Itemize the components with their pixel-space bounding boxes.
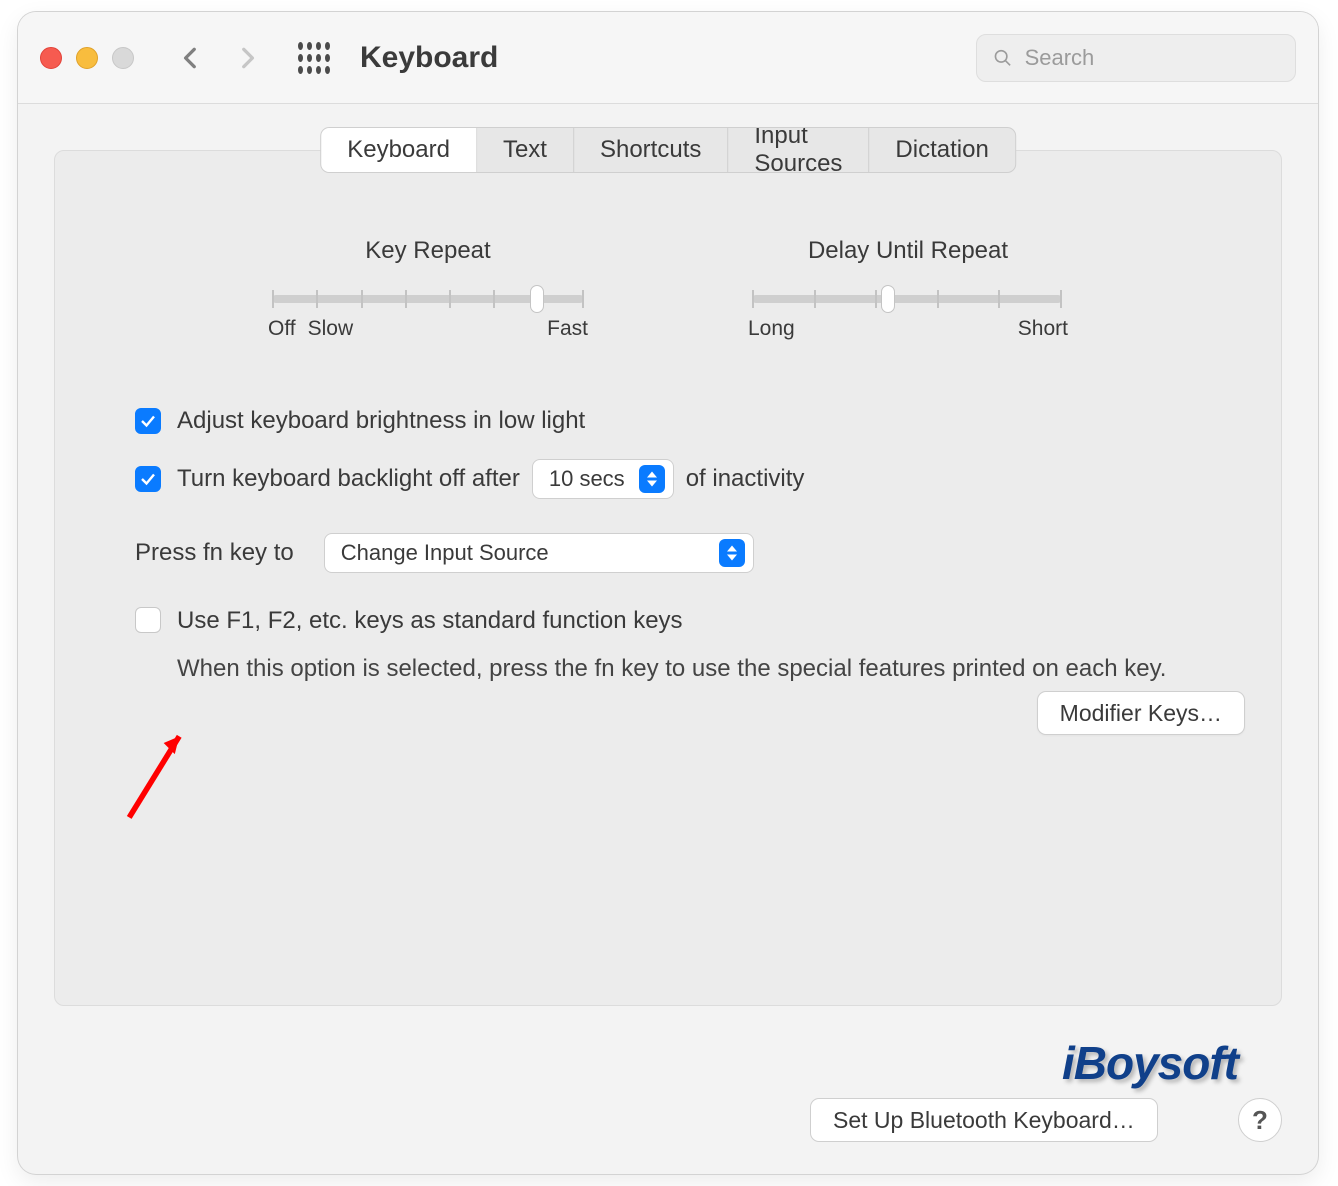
preferences-tabbar: Keyboard Text Shortcuts Input Sources Di… — [320, 127, 1016, 173]
delay-until-repeat-title: Delay Until Repeat — [748, 237, 1068, 265]
search-icon — [993, 47, 1013, 69]
delay-short-label: Short — [1018, 317, 1068, 341]
key-repeat-title: Key Repeat — [268, 237, 588, 265]
toolbar: Keyboard — [18, 12, 1318, 104]
content: Keyboard Text Shortcuts Input Sources Di… — [18, 104, 1318, 1174]
adjust-brightness-label: Adjust keyboard brightness in low light — [177, 407, 585, 435]
backlight-delay-popup[interactable]: 10 secs — [532, 459, 674, 499]
function-keys-sublabel: When this option is selected, press the … — [177, 653, 1167, 685]
updown-stepper-icon — [639, 465, 665, 493]
key-repeat-thumb[interactable] — [530, 285, 544, 313]
search-input[interactable] — [1025, 45, 1279, 71]
system-preferences-window: Keyboard Keyboard Text Shortcuts Input S… — [18, 12, 1318, 1174]
adjust-brightness-row: Adjust keyboard brightness in low light — [135, 407, 1205, 435]
options-section: Adjust keyboard brightness in low light … — [135, 407, 1205, 685]
close-window-button[interactable] — [40, 47, 62, 69]
forward-button[interactable] — [234, 45, 260, 71]
delay-until-repeat-thumb[interactable] — [881, 285, 895, 313]
press-fn-row: Press fn key to Change Input Source — [135, 533, 1205, 573]
tab-dictation[interactable]: Dictation — [869, 128, 1014, 172]
sliders-section: Key Repeat Off Slow Fast Delay Until Re — [268, 237, 1068, 341]
modifier-keys-button[interactable]: Modifier Keys… — [1037, 691, 1245, 735]
pane-title: Keyboard — [360, 41, 498, 75]
delay-until-repeat-block: Delay Until Repeat Long Short — [748, 237, 1068, 341]
press-fn-popup[interactable]: Change Input Source — [324, 533, 754, 573]
tab-input-sources[interactable]: Input Sources — [728, 128, 869, 172]
backlight-off-row: Turn keyboard backlight off after 10 sec… — [135, 459, 1205, 499]
backlight-off-checkbox[interactable] — [135, 466, 161, 492]
tab-text[interactable]: Text — [477, 128, 574, 172]
tab-keyboard[interactable]: Keyboard — [321, 128, 477, 172]
minimize-window-button[interactable] — [76, 47, 98, 69]
show-all-icon[interactable] — [298, 42, 330, 74]
delay-long-label: Long — [748, 317, 795, 341]
setup-bluetooth-keyboard-button[interactable]: Set Up Bluetooth Keyboard… — [810, 1098, 1158, 1142]
delay-until-repeat-slider[interactable] — [752, 295, 1062, 303]
search-field[interactable] — [976, 34, 1296, 82]
zoom-window-button[interactable] — [112, 47, 134, 69]
backlight-off-label-after: of inactivity — [686, 465, 805, 493]
key-repeat-block: Key Repeat Off Slow Fast — [268, 237, 588, 341]
preferences-box: Keyboard Text Shortcuts Input Sources Di… — [54, 150, 1282, 1006]
help-button[interactable]: ? — [1238, 1098, 1282, 1142]
function-keys-row: Use F1, F2, etc. keys as standard functi… — [135, 607, 1205, 635]
function-keys-label: Use F1, F2, etc. keys as standard functi… — [177, 607, 683, 635]
function-keys-checkbox[interactable] — [135, 607, 161, 633]
backlight-delay-value: 10 secs — [549, 466, 625, 492]
adjust-brightness-checkbox[interactable] — [135, 408, 161, 434]
tab-shortcuts[interactable]: Shortcuts — [574, 128, 728, 172]
key-repeat-fast-label: Fast — [547, 317, 588, 341]
backlight-off-label-before: Turn keyboard backlight off after — [177, 465, 520, 493]
window-controls — [40, 47, 134, 69]
annotation-arrow — [121, 723, 193, 823]
nav-buttons — [178, 45, 260, 71]
updown-stepper-icon — [719, 539, 745, 567]
press-fn-value: Change Input Source — [341, 540, 549, 566]
back-button[interactable] — [178, 45, 204, 71]
press-fn-label: Press fn key to — [135, 539, 294, 567]
key-repeat-slow-label: Slow — [308, 317, 354, 341]
key-repeat-slider[interactable] — [272, 295, 584, 303]
key-repeat-off-label: Off — [268, 317, 296, 341]
